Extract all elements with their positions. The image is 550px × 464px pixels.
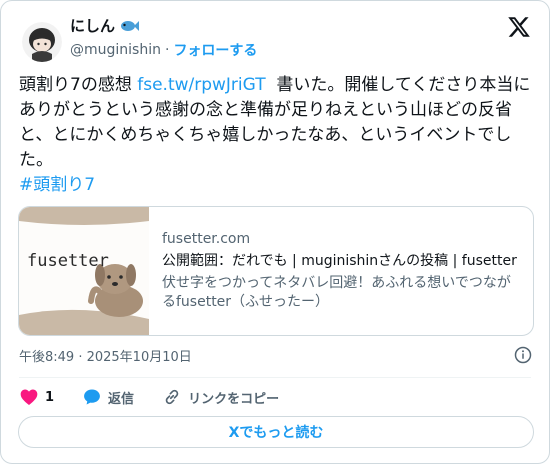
link-card-domain: fusetter.com (162, 231, 251, 247)
link-card-thumbnail: fusetter (19, 207, 149, 335)
fusetter-logo-image (19, 207, 149, 335)
reply-button[interactable]: 返信 (82, 387, 134, 407)
link-chain-icon (165, 389, 179, 405)
reply-bubble-icon (84, 389, 100, 405)
tweet-card: にしん @muginishin · フォローする 頭割り7の感想 fse.tw/… (0, 0, 550, 464)
copy-link-label: リンクをコピー (188, 391, 280, 407)
like-button[interactable]: 1 (19, 387, 54, 407)
fusetter-link[interactable]: fse.tw/rpwJriGT (137, 75, 265, 95)
link-card-body[interactable]: fusetter.com 公開範囲：だれでも | muginishinさんの投稿… (149, 207, 533, 335)
link-preview-card[interactable]: fusetter fusetter.com 公開範囲：だれでも | mugini… (18, 206, 534, 336)
link-card-title: 公開範囲：だれでも | muginishinさんの投稿 | fusetter (162, 253, 517, 269)
info-icon[interactable] (514, 346, 532, 364)
divider (19, 377, 531, 378)
tweet-text: 頭割り7の感想 fse.tw/rpwJriGT 書いた。開催してくださり本当にあ… (19, 73, 535, 173)
handle[interactable]: @muginishin (70, 42, 161, 58)
dog-illustration (88, 264, 143, 317)
author-name-row[interactable]: にしん (70, 15, 140, 36)
avatar-image (22, 22, 62, 62)
separator-dot: · (164, 42, 170, 58)
fish-icon (121, 20, 140, 31)
action-bar: 1 返信 リンクをコピー (19, 385, 307, 409)
read-more-on-x-button[interactable]: Xでもっと読む (18, 416, 534, 448)
fusetter-logo-text: fusetter (27, 251, 109, 271)
handle-row: @muginishin · フォローする (70, 40, 257, 60)
read-more-label: Xでもっと読む (228, 425, 324, 441)
heart-icon (20, 389, 38, 405)
follow-button[interactable]: フォローする (173, 40, 257, 60)
link-card-description: 伏せ字をつかってネタバレ回避！あふれる想いでつながるfusetter（ふせったー… (162, 275, 511, 310)
avatar[interactable] (22, 22, 62, 62)
tweet-text-intro: 頭割り7の感想 (19, 75, 138, 95)
reply-label: 返信 (108, 391, 135, 407)
timestamp[interactable]: 午後8:49 · 2025年10月10日 (19, 346, 192, 365)
display-name[interactable]: にしん (70, 15, 115, 36)
like-count: 1 (45, 389, 55, 405)
hashtag-link[interactable]: #頭割り7 (19, 173, 95, 198)
copy-link-button[interactable]: リンクをコピー (162, 387, 279, 407)
x-logo-icon[interactable] (507, 15, 531, 39)
